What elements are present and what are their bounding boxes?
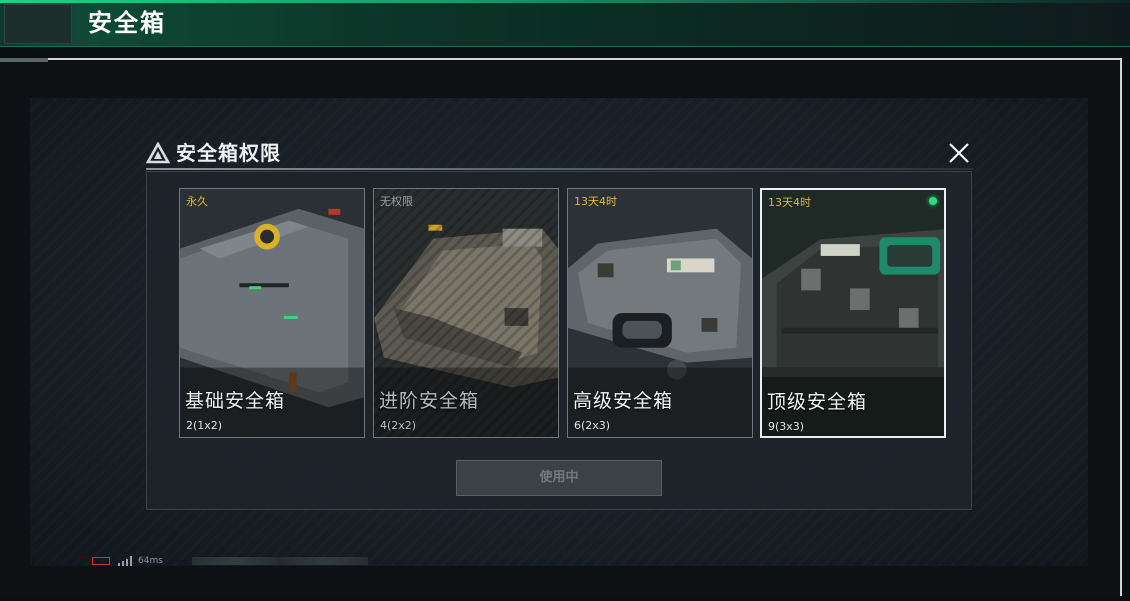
duration-badge: 永久 (186, 195, 208, 208)
header-back-tab[interactable] (4, 4, 72, 44)
ping-readout: 64ms (138, 556, 163, 566)
safebox-capacity: 9(3x3) (768, 420, 805, 433)
page-title: 安全箱 (88, 9, 166, 37)
active-indicator-dot (929, 197, 937, 205)
safebox-name: 基础安全箱 (185, 390, 286, 412)
warning-triangle-icon (146, 142, 170, 164)
top-header-bar: 安全箱 (0, 0, 1130, 47)
modal-title: 安全箱权限 (176, 141, 281, 165)
battery-icon (92, 557, 110, 565)
signal-icon (118, 556, 132, 566)
modal-header-divider (146, 168, 973, 170)
safebox-card-advanced[interactable]: 无权限 进阶安全箱 4(2x2) (373, 188, 559, 438)
safebox-name: 进阶安全箱 (379, 390, 480, 412)
safebox-capacity: 6(2x3) (574, 419, 611, 432)
duration-badge: 无权限 (380, 195, 413, 208)
safebox-card-premium[interactable]: 13天4时 高级安全箱 6(2x3) (567, 188, 753, 438)
close-icon[interactable] (946, 140, 972, 166)
obscured-text (192, 557, 368, 565)
duration-badge: 13天4时 (574, 195, 617, 208)
modal-header: 安全箱权限 (146, 138, 973, 170)
safebox-card-top[interactable]: 13天4时 顶级安全箱 9(3x3) (760, 188, 946, 438)
in-use-button[interactable]: 使用中 (456, 460, 662, 496)
safebox-name: 顶级安全箱 (767, 391, 868, 413)
safebox-card-basic[interactable]: 永久 基础安全箱 2(1x2) (179, 188, 365, 438)
safebox-name: 高级安全箱 (573, 390, 674, 412)
duration-badge: 13天4时 (768, 196, 811, 209)
safebox-capacity: 2(1x2) (186, 419, 223, 432)
safebox-capacity: 4(2x2) (380, 419, 417, 432)
